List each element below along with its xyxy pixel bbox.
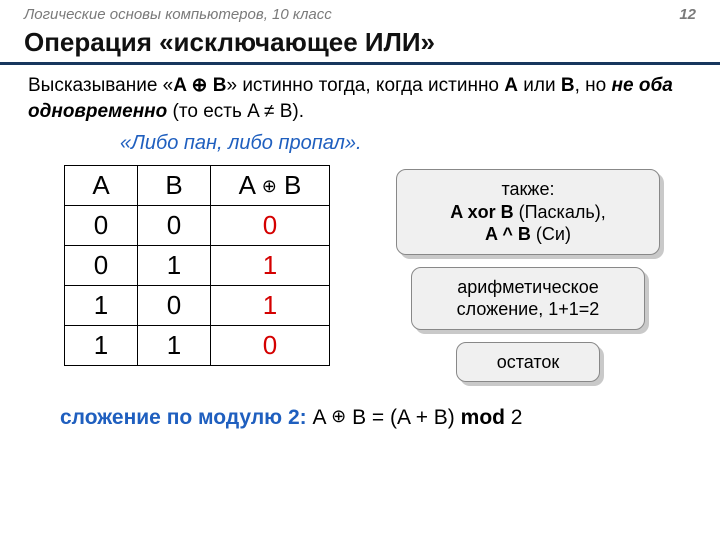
note-mod: остаток bbox=[456, 342, 600, 383]
page-number: 12 bbox=[679, 6, 696, 23]
col-b: B bbox=[138, 166, 211, 206]
course-label: Логические основы компьютеров, 10 класс bbox=[24, 6, 332, 23]
note-aliases: также: A xor B (Паскаль), A ^ B (Си) bbox=[396, 169, 660, 255]
quote: «Либо пан, либо пропал». bbox=[0, 126, 720, 165]
page-number-value: 12 bbox=[679, 6, 696, 23]
truth-table: A B A ⊕ B 0 0 0 0 1 1 1 0 1 1 1 0 bbox=[64, 165, 330, 366]
description: Высказывание «A ⊕ B» истинно тогда, когд… bbox=[0, 65, 720, 126]
footer-formula: сложение по модулю 2: A ⊕ B = (A + B) mo… bbox=[0, 382, 720, 430]
footer-label: сложение по модулю 2: bbox=[60, 406, 307, 429]
table-row: 1 1 0 bbox=[65, 326, 330, 366]
col-ab: A ⊕ B bbox=[211, 166, 330, 206]
table-row: 1 0 1 bbox=[65, 286, 330, 326]
page-title: Операция «исключающее ИЛИ» bbox=[0, 25, 720, 65]
note-arith: арифметическое сложение, 1+1=2 bbox=[411, 267, 645, 330]
col-a: A bbox=[65, 166, 138, 206]
table-row: 0 1 1 bbox=[65, 246, 330, 286]
table-row: 0 0 0 bbox=[65, 206, 330, 246]
note-bubbles: также: A xor B (Паскаль), A ^ B (Си) ари… bbox=[360, 165, 696, 382]
